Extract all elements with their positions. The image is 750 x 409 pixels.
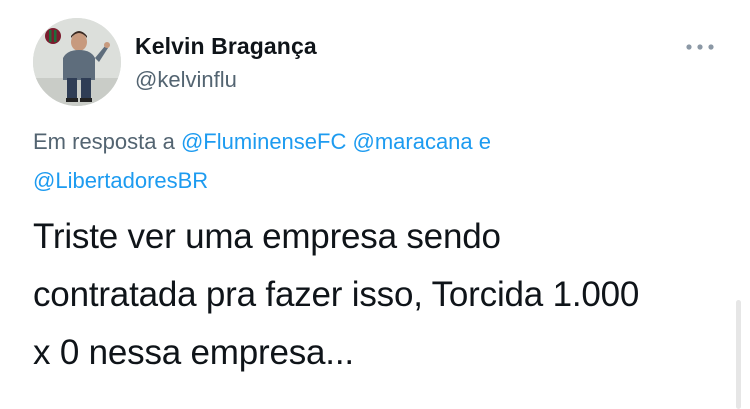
tweet-text-line: contratada pra fazer isso, Torcida 1.000 [33, 275, 640, 314]
scrollbar[interactable] [736, 300, 741, 409]
mention-fluminensefc[interactable]: @FluminenseFC [181, 129, 346, 154]
tweet-text: Triste ver uma empresa sendo contratada … [33, 208, 723, 382]
author-handle[interactable]: @kelvinflu [135, 67, 237, 93]
tweet-text-line: x 0 nessa empresa... [33, 333, 354, 372]
author-display-name[interactable]: Kelvin Bragança [135, 33, 317, 60]
mention-libertadoresbr[interactable]: @LibertadoresBR [33, 168, 208, 193]
avatar-photo [33, 18, 121, 106]
more-options-button[interactable] [680, 34, 720, 60]
tweet-text-line: Triste ver uma empresa sendo [33, 217, 501, 256]
mention-maracana[interactable]: @maracana [352, 129, 472, 154]
avatar[interactable] [33, 18, 121, 106]
reply-prefix: Em resposta a [33, 129, 175, 154]
more-horizontal-icon [686, 44, 714, 50]
tweet-card: Kelvin Bragança @kelvinflu Em resposta a… [0, 0, 750, 409]
reply-context: Em resposta a @FluminenseFC @maracana e … [33, 122, 713, 200]
reply-conjunction: e [478, 129, 492, 154]
